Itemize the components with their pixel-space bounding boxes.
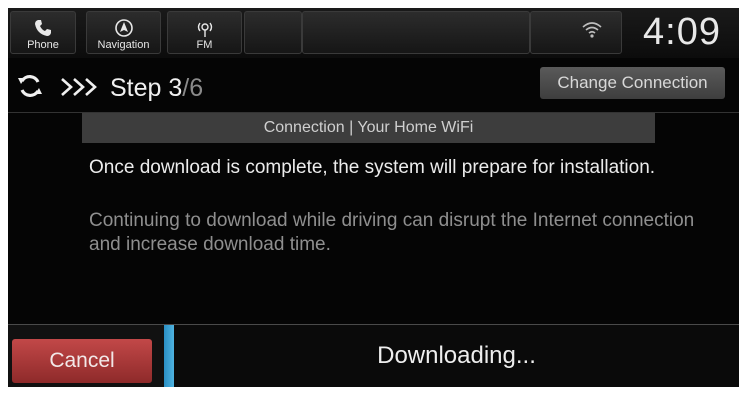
change-connection-button[interactable]: Change Connection xyxy=(540,67,725,99)
wifi-signal-icon xyxy=(582,22,602,38)
clock: 4:09 xyxy=(643,11,721,53)
status-segment xyxy=(530,11,622,54)
status-segment xyxy=(302,11,530,54)
chevrons-icon xyxy=(61,78,97,96)
radio-icon xyxy=(197,22,212,37)
tab-navigation[interactable]: Navigation xyxy=(86,11,161,54)
status-bar: Phone Navigation FM 4:09 xyxy=(8,8,739,58)
step-total: /6 xyxy=(182,74,204,102)
tab-fm[interactable]: FM xyxy=(167,11,242,54)
step-header: Step 3/6 Change Connection xyxy=(8,66,739,110)
message-warning: Continuing to download while driving can… xyxy=(89,210,695,255)
connection-banner: Connection | Your Home WiFi xyxy=(82,113,655,143)
download-status: Downloading... xyxy=(377,342,536,369)
phone-icon xyxy=(35,20,51,36)
message-main: Once download is complete, the system wi… xyxy=(89,157,656,178)
tab-phone-label: Phone xyxy=(27,39,59,51)
tab-phone[interactable]: Phone xyxy=(10,11,76,54)
refresh-icon xyxy=(18,75,42,97)
tab-fm-label: FM xyxy=(196,39,213,51)
step-current: 3 xyxy=(168,74,183,102)
step-prefix: Step xyxy=(110,74,169,102)
navigation-icon xyxy=(114,19,133,37)
step-indicator: Step 3/6 xyxy=(110,73,203,103)
cancel-button[interactable]: Cancel xyxy=(12,339,152,383)
status-segment xyxy=(244,11,302,54)
download-progress-indicator xyxy=(164,325,174,387)
tab-navigation-label: Navigation xyxy=(97,39,150,51)
infotainment-screen: Phone Navigation FM 4:09 Step 3/6 Change… xyxy=(8,8,739,387)
